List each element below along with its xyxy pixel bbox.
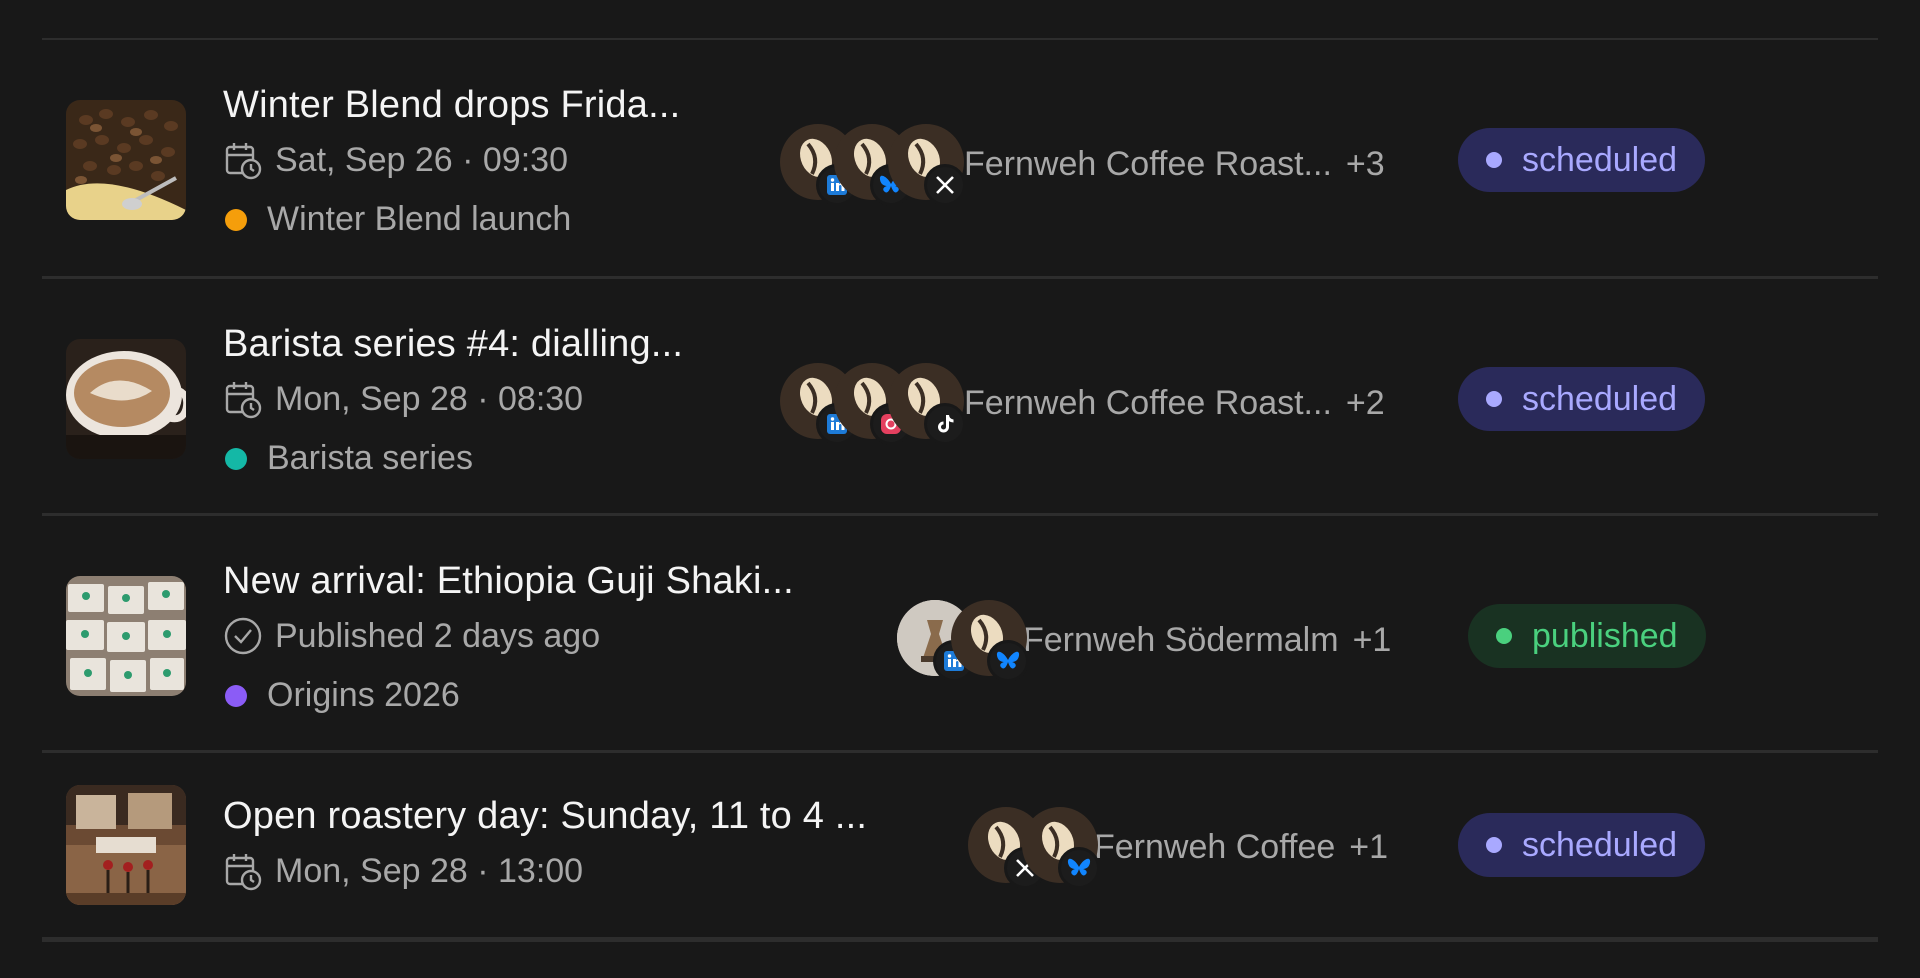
avatar-stack	[897, 600, 1029, 682]
cafe-interior-thumbnail[interactable]	[66, 785, 186, 905]
post-schedule: Sat, Sep 26 · 09:30	[223, 140, 568, 180]
status-dot	[1486, 837, 1502, 853]
post-schedule: Mon, Sep 28 · 08:30	[223, 379, 583, 419]
campaign-label: Winter Blend launch	[267, 200, 572, 238]
account-extra-count: +3	[1345, 144, 1385, 183]
status-label: scheduled	[1522, 825, 1678, 864]
coffee-bags-thumbnail[interactable]	[66, 576, 186, 696]
account-group[interactable]: Fernweh Coffee +1	[968, 807, 1389, 889]
status-label: published	[1532, 616, 1678, 655]
post-schedule: Published 2 days ago	[223, 616, 600, 656]
campaign-color-dot	[225, 447, 247, 470]
campaign-color-dot	[225, 684, 247, 707]
calendar-clock-icon	[223, 851, 263, 891]
post-title[interactable]: Open roastery day: Sunday, 11 to 4 ...	[223, 795, 867, 838]
avatar	[888, 124, 966, 206]
campaign-label: Origins 2026	[267, 676, 460, 714]
avatar-stack	[780, 124, 966, 206]
account-name: Fernweh Coffee Roast...	[964, 383, 1332, 422]
campaign-tag[interactable]: Origins 2026	[223, 676, 460, 715]
divider	[42, 937, 1878, 942]
schedule-text: Mon, Sep 28 · 13:00	[275, 851, 584, 890]
avatar-stack	[780, 363, 966, 445]
status-label: scheduled	[1522, 379, 1678, 418]
bluesky-icon	[987, 640, 1029, 682]
post-list: Winter Blend drops Frida... Sat, Sep 26 …	[42, 38, 1878, 942]
schedule-text: Sat, Sep 26 · 09:30	[275, 140, 568, 179]
schedule-text: Mon, Sep 28 · 08:30	[275, 379, 584, 418]
status-label: scheduled	[1522, 140, 1678, 179]
account-extra-count: +1	[1352, 620, 1392, 659]
account-extra-count: +2	[1345, 383, 1385, 422]
latte-cup-thumbnail[interactable]	[66, 339, 186, 459]
calendar-clock-icon	[223, 379, 263, 419]
account-name: Fernweh Södermalm	[1023, 620, 1339, 659]
avatar	[1022, 807, 1100, 889]
status-dot	[1486, 391, 1502, 407]
campaign-label: Barista series	[267, 439, 473, 477]
status-badge[interactable]: scheduled	[1458, 128, 1706, 192]
calendar-clock-icon	[223, 140, 263, 180]
schedule-text: Published 2 days ago	[275, 616, 601, 655]
campaign-tag[interactable]: Winter Blend launch	[223, 200, 571, 239]
status-badge[interactable]: scheduled	[1458, 813, 1706, 877]
campaign-color-dot	[225, 208, 247, 231]
status-dot	[1486, 152, 1502, 168]
account-group[interactable]: Fernweh Coffee Roast... +2	[780, 363, 1385, 445]
status-badge[interactable]: scheduled	[1458, 367, 1706, 431]
campaign-tag[interactable]: Barista series	[223, 439, 473, 478]
account-name: Fernweh Coffee Roast...	[964, 144, 1332, 183]
post-title[interactable]: Winter Blend drops Frida...	[223, 84, 680, 127]
account-name: Fernweh Coffee	[1094, 827, 1336, 866]
bluesky-icon	[1058, 847, 1100, 889]
check-circle-icon	[223, 616, 263, 656]
post-title[interactable]: Barista series #4: dialling...	[223, 323, 683, 366]
post-row[interactable]: Winter Blend drops Frida... Sat, Sep 26 …	[42, 40, 1878, 276]
x-icon	[924, 164, 966, 206]
coffee-beans-thumbnail[interactable]	[66, 100, 186, 220]
status-dot	[1496, 628, 1512, 644]
account-group[interactable]: Fernweh Coffee Roast... +3	[780, 124, 1385, 206]
avatar-stack	[968, 807, 1100, 889]
post-schedule: Mon, Sep 28 · 13:00	[223, 851, 583, 891]
account-extra-count: +1	[1349, 827, 1389, 866]
post-row[interactable]: Barista series #4: dialling... Mon, Sep …	[42, 279, 1878, 513]
post-title[interactable]: New arrival: Ethiopia Guji Shaki...	[223, 560, 794, 603]
post-row[interactable]: New arrival: Ethiopia Guji Shaki... Publ…	[42, 516, 1878, 750]
avatar	[951, 600, 1029, 682]
status-badge[interactable]: published	[1468, 604, 1706, 668]
account-group[interactable]: Fernweh Södermalm +1	[897, 600, 1392, 682]
tiktok-icon	[924, 403, 966, 445]
avatar	[888, 363, 966, 445]
post-row[interactable]: Open roastery day: Sunday, 11 to 4 ... M…	[42, 753, 1878, 937]
